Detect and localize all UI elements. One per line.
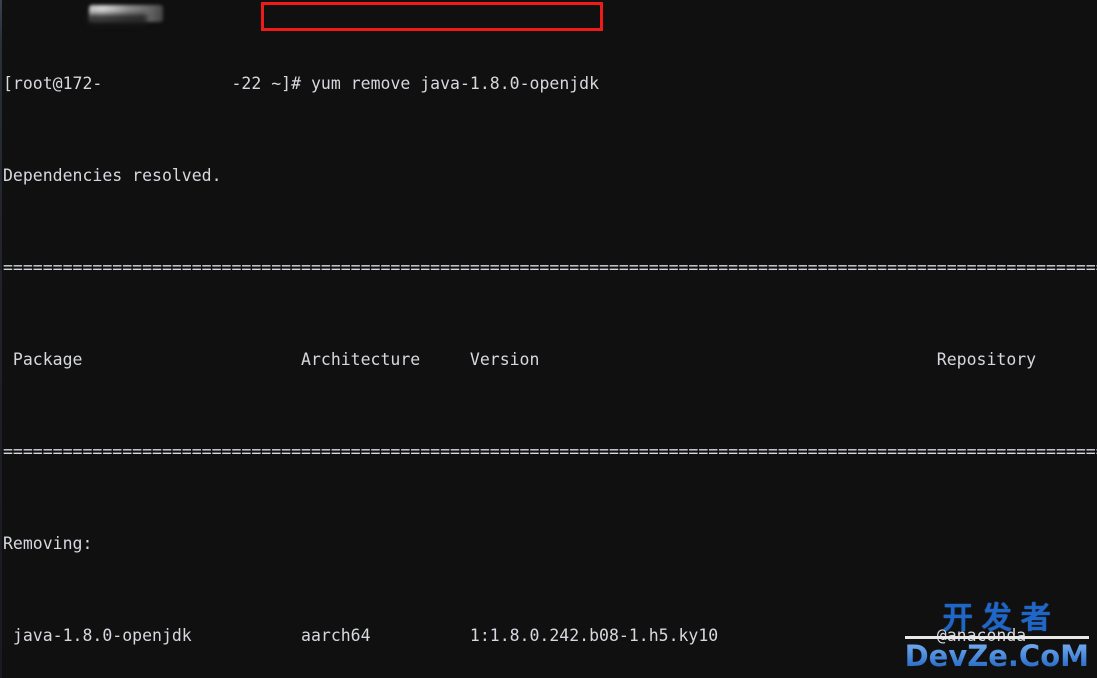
window-left-border [0,0,2,678]
separator-line-header: ========================================… [3,442,1097,461]
prompt-line-command: [root@172- -22 ~]# yum remove java-1.8.0… [0,72,1097,95]
watermark-latin-text: DevZe.CoM [904,639,1089,673]
dependencies-resolved-line: Dependencies resolved. [3,166,222,185]
watermark-chinese-text: 开发者 [904,602,1089,639]
typed-command: yum remove java-1.8.0-openjdk [310,74,600,93]
terminal-window[interactable]: [root@172- -22 ~]# yum remove java-1.8.0… [0,0,1097,678]
prompt-suffix: -22 ~]# [231,74,311,93]
separator-line-top: ========================================… [3,258,1097,277]
watermark: 开发者 DevZe.CoM [904,602,1089,673]
prompt-prefix: [root@172- [3,74,103,93]
removing-section-label: Removing: [3,534,93,553]
table-header-row: Package Architecture Version Repository … [3,350,1097,369]
hostname-redacted-spacer [102,74,231,93]
hostname-redaction-blur [89,5,163,22]
terminal-output: [root@172- -22 ~]# yum remove java-1.8.0… [0,3,1097,678]
